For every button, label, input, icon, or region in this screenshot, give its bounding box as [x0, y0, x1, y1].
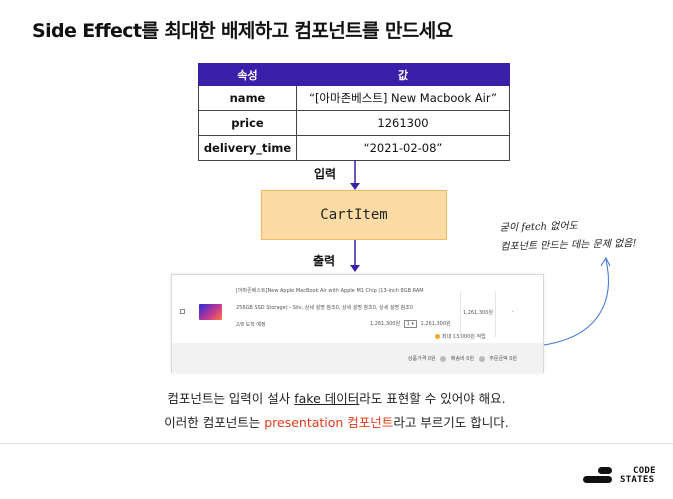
quantity-value: 1: [406, 321, 410, 327]
plus-icon: [440, 355, 447, 362]
summary-text: 상품가격 0원 배송비 0원 주문금액 0원: [408, 355, 517, 362]
caption-text: 이러한 컴포넌트는: [164, 415, 265, 430]
handwritten-note: 굳이 fetch 없어도 컴포넌트 만드는 데는 문제 없음!: [500, 215, 637, 257]
caption-text: 컴포넌트는 입력이 설사: [167, 391, 295, 406]
price-cell: 1,261,300원: [460, 291, 496, 337]
codestates-logo: CODE STATES: [583, 464, 664, 486]
logo-mark: [598, 467, 612, 474]
quantity-select[interactable]: 1 ▾: [403, 320, 417, 328]
component-name: CartItem: [320, 207, 388, 223]
note-line: 컴포넌트 만드는 데는 문제 없음!: [500, 238, 637, 253]
product-name-line[interactable]: 256GB SSD Storage) - Silv, 상세 설명 참조0, 상세…: [236, 304, 413, 311]
point-icon: [435, 334, 440, 339]
order-summary: 상품가격 0원 배송비 0원 주문금액 0원: [172, 343, 543, 373]
caption-line-2: 이러한 컴포넌트는 presentation 컴포넌트라고 부르기도 합니다.: [0, 412, 673, 431]
caption-line-1: 컴포넌트는 입력이 설사 fake 데이터라도 표현할 수 있어야 해요.: [0, 388, 673, 407]
caption-highlight: presentation 컴포넌트: [264, 415, 394, 430]
product-thumbnail: [199, 304, 222, 320]
unit-price: 1,261,300원: [370, 321, 401, 327]
quantity-line: 1,261,300원 1 ▾ 1,261,300원: [370, 320, 451, 328]
logo-mark: [583, 476, 612, 483]
equals-icon: [478, 355, 485, 362]
delivery-date: 2/8 도착 예정: [236, 322, 266, 328]
note-pointer-line: [543, 259, 609, 346]
select-checkbox[interactable]: [180, 309, 185, 314]
caption-underline: fake 데이터: [294, 391, 360, 406]
summary-total: 주문금액 0원: [489, 356, 517, 362]
summary-product-price: 상품가격 0원: [407, 356, 436, 362]
summary-shipping: 배송비 0원: [450, 356, 475, 362]
caption-text: 라도 표현할 수 있어야 해요.: [359, 391, 506, 406]
delivery-cell: -: [512, 309, 514, 315]
cart-item-preview: [아마존베스트]New Apple MacBook Air with Apple…: [171, 274, 544, 373]
input-label: 입력: [314, 167, 337, 181]
output-arrow-head: [350, 265, 360, 272]
caption-text: 라고 부르기도 합니다.: [393, 415, 509, 430]
footer-divider: [0, 443, 673, 444]
cart-item-row: [아마존베스트]New Apple MacBook Air with Apple…: [172, 275, 543, 343]
input-arrow-head: [350, 183, 360, 190]
output-label: 출력: [313, 254, 336, 268]
note-pointer-head: [600, 256, 611, 267]
product-name-line[interactable]: [아마존베스트]New Apple MacBook Air with Apple…: [236, 287, 424, 294]
line-total: 1,261,300원: [420, 321, 451, 327]
cartitem-component: CartItem: [261, 190, 447, 240]
logo-text: STATES: [620, 475, 655, 485]
